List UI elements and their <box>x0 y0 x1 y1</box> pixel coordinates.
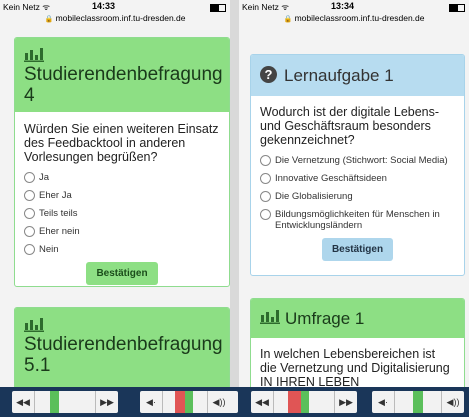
url-text: mobileclassroom.inf.tu-dresden.de <box>294 13 425 23</box>
status-bar: Kein Netz ᯤ 13:34 <box>239 0 469 13</box>
answer-option[interactable]: Bildungsmöglichkeiten für Menschen in En… <box>260 209 455 231</box>
progress-segment <box>309 391 334 413</box>
radio-button[interactable] <box>24 208 35 219</box>
fast-forward-icon[interactable]: ▶▶ <box>95 391 118 413</box>
level-segment <box>413 391 423 413</box>
radio-button[interactable] <box>260 191 271 202</box>
lock-icon: 🔒 <box>283 16 293 23</box>
lock-icon: 🔒 <box>44 16 54 23</box>
poll-card-header: Umfrage 1 <box>251 299 464 338</box>
left-phone-screen: Kein Netz ᯤ 14:33 🔒 mobileclassroom.inf.… <box>0 0 230 417</box>
volume-control: ◀· ◀)) <box>372 391 464 413</box>
radio-button[interactable] <box>24 244 35 255</box>
address-bar[interactable]: 🔒 mobileclassroom.inf.tu-dresden.de <box>0 13 230 27</box>
answer-option[interactable]: Ja <box>24 172 220 183</box>
volume-up-icon[interactable]: ◀)) <box>207 391 230 413</box>
bar-chart-icon <box>24 48 44 62</box>
radio-button[interactable] <box>24 226 35 237</box>
task-card-header: ? Lernaufgabe 1 <box>251 55 464 96</box>
rewind-icon[interactable]: ◀◀ <box>251 391 274 413</box>
volume-control: ◀· ◀)) <box>140 391 238 413</box>
task-card: ? Lernaufgabe 1 Wodurch ist der digitale … <box>250 54 465 276</box>
navigation-control: ◀◀ ▶▶ <box>251 391 357 413</box>
address-bar[interactable]: 🔒 mobileclassroom.inf.tu-dresden.de <box>239 13 469 27</box>
survey-card-2: Studierendenbefragung 5.1 <box>14 307 230 399</box>
radio-button[interactable] <box>260 209 271 220</box>
confirm-button[interactable]: Bestätigen <box>86 262 158 285</box>
progress-segment <box>274 391 288 413</box>
poll-title: Umfrage 1 <box>285 309 365 328</box>
url-text: mobileclassroom.inf.tu-dresden.de <box>55 13 186 23</box>
clock: 14:33 <box>92 1 116 11</box>
status-bar: Kein Netz ᯤ 14:33 <box>0 0 230 13</box>
task-question: Wodurch ist der digitale Lebens- und Ges… <box>260 105 440 147</box>
bar-chart-icon <box>260 310 280 324</box>
carrier-label: Kein Netz ᯤ <box>242 2 289 12</box>
fast-forward-icon[interactable]: ▶▶ <box>334 391 357 413</box>
answer-option[interactable]: Eher nein <box>24 226 220 237</box>
answer-option[interactable]: Innovative Geschäftsideen <box>260 173 455 184</box>
progress-segment <box>59 391 95 413</box>
radio-button[interactable] <box>260 173 271 184</box>
battery-icon <box>210 4 226 12</box>
radio-button[interactable] <box>24 172 35 183</box>
survey-title: Studierendenbefragung 5.1 <box>24 334 223 376</box>
volume-up-icon[interactable]: ◀)) <box>441 391 464 413</box>
survey-title: Studierendenbefragung 4 <box>24 64 223 106</box>
answer-option[interactable]: Nein <box>24 244 220 255</box>
battery-icon <box>449 4 465 12</box>
volume-down-icon[interactable]: ◀· <box>140 391 163 413</box>
survey-card: Studierendenbefragung 4 Würden Sie einen… <box>14 37 230 287</box>
bar-chart-icon <box>24 318 44 332</box>
confirm-button[interactable]: Bestätigen <box>321 238 394 261</box>
survey-card-header: Studierendenbefragung 5.1 <box>15 308 229 398</box>
media-toolbar: ◀◀ ▶▶ ◀· ◀)) ◀◀ ▶▶ ◀· ◀)) <box>0 387 469 417</box>
rewind-icon[interactable]: ◀◀ <box>12 391 35 413</box>
question-icon: ? <box>260 66 277 83</box>
radio-button[interactable] <box>260 155 271 166</box>
radio-button[interactable] <box>24 190 35 201</box>
task-title: Lernaufgabe 1 <box>284 66 394 85</box>
level-segment <box>423 391 441 413</box>
level-segment <box>175 391 185 413</box>
volume-down-icon[interactable]: ◀· <box>372 391 395 413</box>
answer-option[interactable]: Teils teils <box>24 208 220 219</box>
progress-segment <box>35 391 50 413</box>
progress-segment <box>50 391 59 413</box>
answer-option[interactable]: Die Globalisierung <box>260 191 455 202</box>
level-segment <box>193 391 207 413</box>
answer-option[interactable]: Eher Ja <box>24 190 220 201</box>
level-segment <box>395 391 413 413</box>
poll-card: Umfrage 1 In welchen Lebensbereichen ist… <box>250 298 465 400</box>
survey-question: Würden Sie einen weiteren Einsatz des Fe… <box>24 122 219 164</box>
level-segment <box>163 391 175 413</box>
progress-segment <box>288 391 301 413</box>
navigation-control: ◀◀ ▶▶ <box>12 391 118 413</box>
answer-option[interactable]: Die Vernetzung (Stichwort: Social Media) <box>260 155 455 166</box>
right-phone-screen: Kein Netz ᯤ 13:34 🔒 mobileclassroom.inf.… <box>239 0 469 417</box>
level-segment <box>185 391 193 413</box>
survey-card-header: Studierendenbefragung 4 <box>15 38 229 112</box>
carrier-label: Kein Netz ᯤ <box>3 2 50 12</box>
poll-question: In welchen Lebensbereichen ist die Verne… <box>260 347 450 389</box>
progress-segment <box>301 391 309 413</box>
clock: 13:34 <box>331 1 355 11</box>
